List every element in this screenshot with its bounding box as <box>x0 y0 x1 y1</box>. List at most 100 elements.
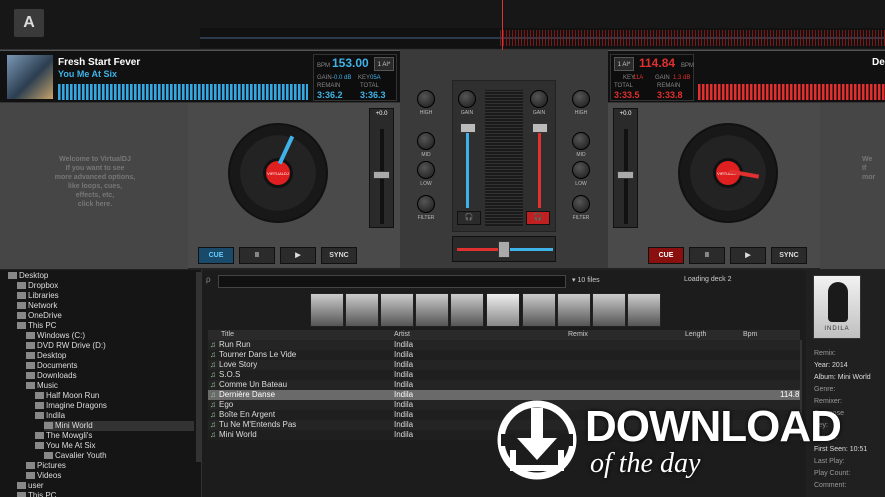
cover-thumb[interactable] <box>415 293 449 327</box>
deck-b-pitch-handle[interactable] <box>617 171 634 179</box>
tree-item[interactable]: DVD RW Drive (D:) <box>26 341 106 351</box>
headphone-a-button[interactable]: 🎧 <box>457 211 481 225</box>
tree-item[interactable]: Desktop <box>8 271 48 281</box>
table-row[interactable]: ♫ Run Run Indila <box>208 340 800 350</box>
tree-item[interactable]: You Me At Six <box>35 441 96 451</box>
deck-b-side-panel: We If mor <box>820 103 885 269</box>
deck-b-play-button[interactable]: ▶ <box>730 247 766 264</box>
mixer-left-high-knob[interactable] <box>417 90 435 108</box>
mixer-right-filter-knob[interactable] <box>572 195 590 213</box>
tree-item[interactable]: Half Moon Run <box>35 391 99 401</box>
tree-item[interactable]: Music <box>26 381 58 391</box>
tree-item[interactable]: Dropbox <box>17 281 58 291</box>
deck-a-auto-button[interactable]: 1 AI* <box>374 57 394 71</box>
mixer-right-low-knob[interactable] <box>572 161 590 179</box>
tree-scrollbar[interactable] <box>196 272 201 462</box>
tree-item[interactable]: Cavalier Youth <box>44 451 107 461</box>
mixer-gain-a-knob[interactable] <box>458 90 476 108</box>
waveform-overview[interactable] <box>200 28 885 48</box>
deck-a-pitch[interactable]: +0.0 <box>369 108 394 228</box>
tree-item-label: OneDrive <box>28 311 62 320</box>
cover-thumb[interactable] <box>380 293 414 327</box>
cover-thumb-selected[interactable] <box>486 293 520 327</box>
table-row[interactable]: ♫ Comme Un Bateau Indila <box>208 380 800 390</box>
folder-icon <box>35 432 44 440</box>
deck-b-pause-button[interactable]: II <box>689 247 725 264</box>
headphone-icon: 🎧 <box>533 214 543 221</box>
cover-thumb[interactable] <box>450 293 484 327</box>
tree-item[interactable]: The Mowgli's <box>35 431 92 441</box>
folder-icon <box>26 332 35 340</box>
mixer-left-filter-knob[interactable] <box>417 195 435 213</box>
table-row[interactable]: ♫ S.O.S Indila <box>208 370 800 380</box>
tree-item[interactable]: Documents <box>26 361 77 371</box>
tree-item[interactable]: Mini World <box>44 421 194 431</box>
cover-thumb[interactable] <box>310 293 344 327</box>
app-logo[interactable]: A <box>14 9 44 37</box>
tree-item[interactable]: Downloads <box>26 371 77 381</box>
tree-item[interactable]: Pictures <box>26 461 66 471</box>
tree-item[interactable]: This PC <box>17 321 56 331</box>
deck-a-waveform[interactable] <box>58 84 308 100</box>
deck-a-cue-button[interactable]: CUE <box>198 247 234 264</box>
tree-item[interactable]: Network <box>17 301 57 311</box>
deck-a-welcome[interactable]: Welcome to VirtualDJ If you want to see mo… <box>40 155 150 209</box>
deck-b-remain: 3:33.8 <box>657 90 683 100</box>
deck-a-play-button[interactable]: ▶ <box>280 247 316 264</box>
table-row[interactable]: ♫ Love Story Indila <box>208 360 800 370</box>
volume-fader-b[interactable] <box>532 123 548 133</box>
deck-b-welcome[interactable]: We If mor <box>862 155 885 182</box>
cover-thumb[interactable] <box>557 293 591 327</box>
tree-item[interactable]: This PC <box>17 491 56 497</box>
deck-b-cue-button[interactable]: CUE <box>648 247 684 264</box>
tree-item-label: Videos <box>37 471 62 480</box>
volume-fader-a[interactable] <box>460 123 476 133</box>
search-input[interactable] <box>218 275 566 288</box>
deck-b-waveform[interactable] <box>698 84 885 100</box>
tree-item[interactable]: Desktop <box>26 351 66 361</box>
mixer-gain-b-knob[interactable] <box>530 90 548 108</box>
row-title: Comme Un Bateau <box>219 380 288 389</box>
col-title[interactable]: Title <box>221 331 234 338</box>
tree-item[interactable]: user <box>17 481 44 491</box>
table-row[interactable]: ♫ Tourner Dans Le Vide Indila <box>208 350 800 360</box>
deck-a-sync-button[interactable]: SYNC <box>321 247 357 264</box>
tree-item[interactable]: Videos <box>26 471 61 481</box>
mixer-left-low-knob[interactable] <box>417 161 435 179</box>
deck-a-info: Fresh Start Fever You Me At Six BPM 153.… <box>0 51 400 103</box>
mixer-left-mid-knob[interactable] <box>417 132 435 150</box>
col-length[interactable]: Length <box>685 331 706 338</box>
tree-item[interactable]: Libraries <box>17 291 59 301</box>
deck-b-sync-button[interactable]: SYNC <box>771 247 807 264</box>
tree-item[interactable]: Indila <box>35 411 65 421</box>
tree-item[interactable]: Imagine Dragons <box>35 401 107 411</box>
folder-icon <box>35 442 44 450</box>
row-artist: Indila <box>394 390 414 399</box>
folder-tree[interactable]: Desktop Dropbox Libraries Network OneDrive Th… <box>0 270 202 497</box>
cover-thumb[interactable] <box>345 293 379 327</box>
mixer-right-high-knob[interactable] <box>572 90 590 108</box>
virtualdj-window: A Fresh Start Fever You Me At Six BPM 15… <box>0 0 885 497</box>
deck-a-jogwheel[interactable]: VIRTUALDJ <box>228 123 328 223</box>
deck-b-jogwheel[interactable]: VIRTUALDJ <box>678 123 778 223</box>
row-artist: Indila <box>394 340 414 349</box>
mixer-right-mid-knob[interactable] <box>572 132 590 150</box>
tree-item[interactable]: Windows (C:) <box>26 331 85 341</box>
crossfader-handle[interactable] <box>498 241 510 258</box>
tree-item[interactable]: OneDrive <box>17 311 62 321</box>
mixer: HIGH MID LOW FILTER GAIN GAIN 🎧 🎧 HIGH M… <box>400 50 608 268</box>
cover-thumb[interactable] <box>627 293 661 327</box>
headphone-b-button[interactable]: 🎧 <box>526 211 550 225</box>
col-bpm[interactable]: Bpm <box>743 331 757 338</box>
col-remix[interactable]: Remix <box>568 331 588 338</box>
file-count: ▾ 10 files <box>572 277 600 284</box>
cover-thumb[interactable] <box>522 293 556 327</box>
deck-b-auto-button[interactable]: 1 AI* <box>614 57 634 71</box>
deck-a-pitch-handle[interactable] <box>373 171 390 179</box>
cover-flow[interactable] <box>310 293 662 329</box>
col-artist[interactable]: Artist <box>394 331 410 338</box>
deck-b-pitch[interactable]: +0.0 <box>613 108 638 228</box>
deck-a-pause-button[interactable]: II <box>239 247 275 264</box>
cover-thumb[interactable] <box>592 293 626 327</box>
crossfader[interactable] <box>452 236 556 262</box>
